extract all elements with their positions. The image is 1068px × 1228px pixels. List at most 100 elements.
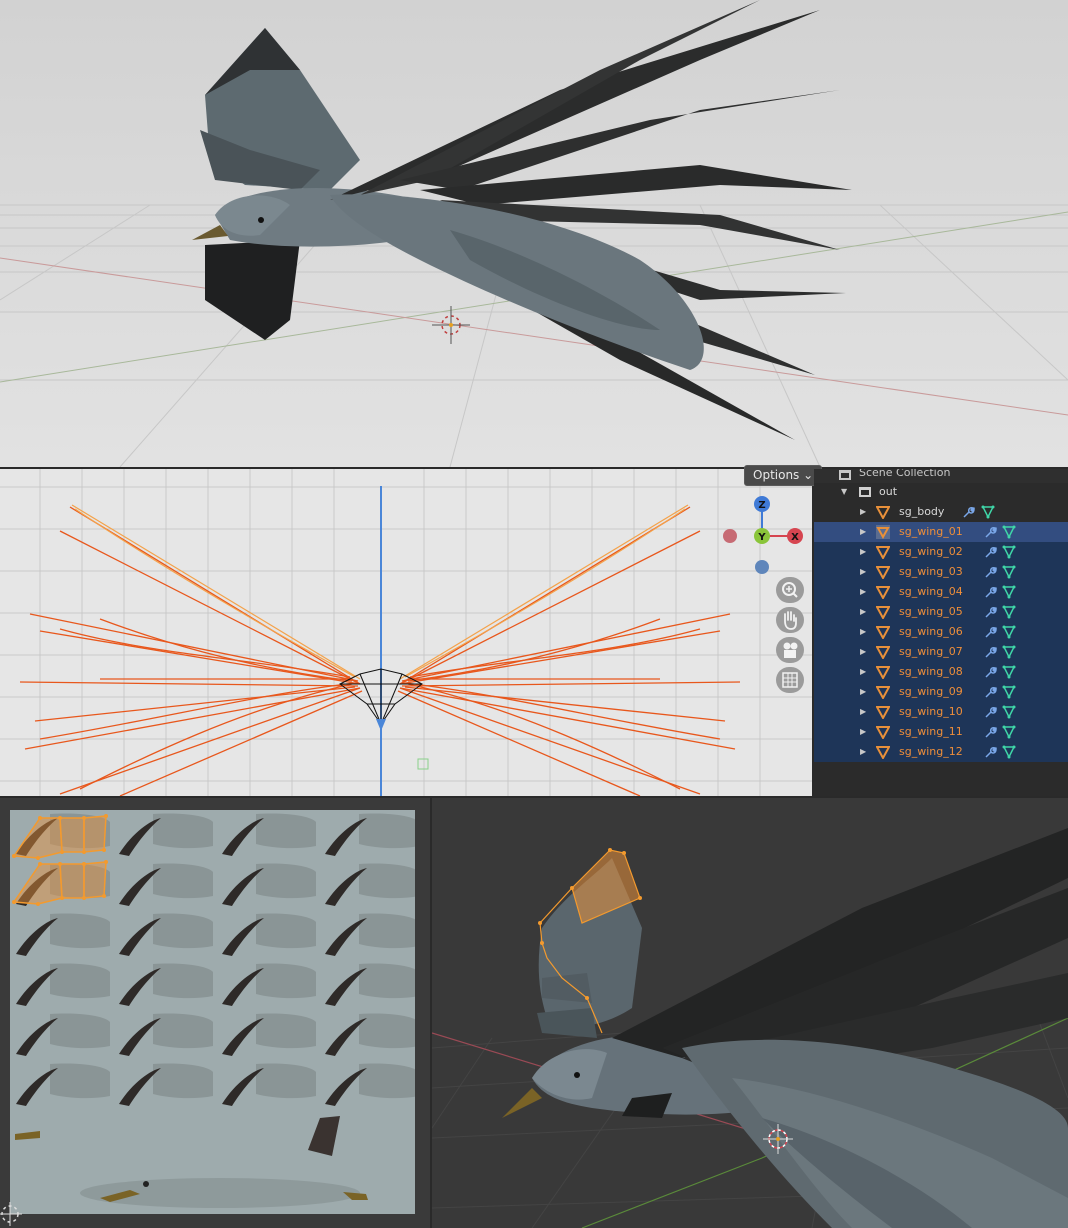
- mesh-data-icon[interactable]: [1002, 585, 1016, 599]
- mesh-data-icon[interactable]: [1002, 625, 1016, 639]
- top-3d-viewport[interactable]: [0, 0, 1068, 467]
- mesh-data-icon[interactable]: [1002, 745, 1016, 759]
- wrench-modifier-icon[interactable]: [961, 505, 975, 519]
- collection-icon: [859, 487, 871, 497]
- outliner-item-sg-wing-06[interactable]: ▶ sg_wing_06: [814, 622, 1068, 642]
- object-name: sg_wing_07: [899, 645, 963, 658]
- persp-viewport-canvas: [432, 798, 1068, 1228]
- mesh-data-icon[interactable]: [1002, 645, 1016, 659]
- object-name: sg_wing_10: [899, 705, 963, 718]
- object-name: sg_wing_06: [899, 625, 963, 638]
- outliner-item-sg-wing-03[interactable]: ▶ sg_wing_03: [814, 562, 1068, 582]
- zoom-icon[interactable]: [776, 577, 804, 603]
- outliner-item-sg-wing-10[interactable]: ▶ sg_wing_10: [814, 702, 1068, 722]
- expand-arrow-icon[interactable]: ▶: [860, 722, 866, 742]
- object-name: sg_wing_12: [899, 745, 963, 758]
- mesh-data-icon[interactable]: [1002, 565, 1016, 579]
- object-name: sg_wing_02: [899, 545, 963, 558]
- wrench-modifier-icon[interactable]: [983, 565, 997, 579]
- object-name: sg_wing_11: [899, 725, 963, 738]
- object-name: sg_wing_08: [899, 665, 963, 678]
- wrench-modifier-icon[interactable]: [983, 545, 997, 559]
- expand-arrow-icon[interactable]: ▶: [860, 542, 866, 562]
- object-name: sg_body: [899, 505, 945, 518]
- gizmo-z-label: Z: [758, 500, 765, 511]
- outliner-panel[interactable]: Scene Collection ▼ out ▶ sg_body ▶ sg_wi…: [814, 469, 1068, 796]
- expand-arrow-icon[interactable]: ▶: [860, 642, 866, 662]
- mesh-object-icon: [876, 706, 890, 719]
- ortho-wireframe-viewport[interactable]: Z X Y: [0, 469, 812, 796]
- mesh-data-icon[interactable]: [1002, 545, 1016, 559]
- mesh-data-icon[interactable]: [1002, 685, 1016, 699]
- mesh-data-icon[interactable]: [1002, 665, 1016, 679]
- collection-label: out: [879, 485, 898, 498]
- outliner-item-sg-wing-11[interactable]: ▶ sg_wing_11: [814, 722, 1068, 742]
- wrench-modifier-icon[interactable]: [983, 705, 997, 719]
- uv-editor-canvas: [0, 798, 430, 1228]
- wrench-modifier-icon[interactable]: [983, 685, 997, 699]
- wrench-modifier-icon[interactable]: [983, 645, 997, 659]
- wrench-modifier-icon[interactable]: [983, 725, 997, 739]
- mesh-object-icon: [876, 646, 890, 659]
- mesh-data-icon[interactable]: [981, 505, 995, 519]
- mesh-object-icon: [876, 506, 890, 519]
- outliner-item-sg-wing-07[interactable]: ▶ sg_wing_07: [814, 642, 1068, 662]
- collection-row-out[interactable]: ▼ out: [814, 482, 1068, 502]
- gizmo-neg-z[interactable]: [755, 560, 769, 574]
- outliner-item-sg-wing-05[interactable]: ▶ sg_wing_05: [814, 602, 1068, 622]
- expand-arrow-icon[interactable]: ▶: [860, 562, 866, 582]
- mesh-object-icon: [876, 666, 890, 679]
- outliner-item-sg-wing-12[interactable]: ▶ sg_wing_12: [814, 742, 1068, 762]
- outliner-empty-space: [814, 762, 1068, 796]
- wrench-modifier-icon[interactable]: [983, 745, 997, 759]
- wrench-modifier-icon[interactable]: [983, 585, 997, 599]
- expand-arrow-icon[interactable]: ▶: [860, 622, 866, 642]
- options-label: Options: [753, 468, 800, 482]
- wrench-modifier-icon[interactable]: [983, 625, 997, 639]
- options-dropdown[interactable]: Options ⌄: [744, 465, 823, 486]
- object-name: sg_wing_04: [899, 585, 963, 598]
- mesh-object-icon: [876, 606, 890, 619]
- wrench-modifier-icon[interactable]: [983, 605, 997, 619]
- expand-arrow-icon[interactable]: ▶: [860, 662, 866, 682]
- object-name: sg_wing_03: [899, 565, 963, 578]
- outliner-item-sg-body[interactable]: ▶ sg_body: [814, 502, 1068, 522]
- top-viewport-canvas: [0, 0, 1068, 467]
- hand-pan-icon[interactable]: [776, 607, 804, 633]
- camera-icon[interactable]: [776, 637, 804, 663]
- perspective-3d-viewport[interactable]: [432, 798, 1068, 1228]
- object-name: sg_wing_05: [899, 605, 963, 618]
- navigation-gizmo[interactable]: Z X Y: [720, 495, 810, 575]
- outliner-item-sg-wing-09[interactable]: ▶ sg_wing_09: [814, 682, 1068, 702]
- expand-arrow-icon[interactable]: ▶: [860, 522, 866, 542]
- mesh-object-icon: [876, 686, 890, 699]
- expand-arrow-icon[interactable]: ▶: [860, 602, 866, 622]
- gizmo-neg-x[interactable]: [723, 529, 737, 543]
- expand-arrow-icon[interactable]: ▶: [860, 582, 866, 602]
- wrench-modifier-icon[interactable]: [983, 665, 997, 679]
- mesh-data-icon[interactable]: [1002, 725, 1016, 739]
- mesh-data-icon[interactable]: [1002, 705, 1016, 719]
- mesh-data-icon[interactable]: [1002, 605, 1016, 619]
- wrench-modifier-icon[interactable]: [983, 525, 997, 539]
- expand-arrow-icon[interactable]: ▶: [860, 682, 866, 702]
- chevron-down-icon: ⌄: [803, 468, 814, 482]
- outliner-item-sg-wing-02[interactable]: ▶ sg_wing_02: [814, 542, 1068, 562]
- scene-collection-icon: [839, 470, 851, 480]
- expand-arrow-icon[interactable]: ▶: [860, 702, 866, 722]
- mesh-object-icon: [876, 586, 890, 599]
- object-name: sg_wing_09: [899, 685, 963, 698]
- mesh-data-icon[interactable]: [1002, 525, 1016, 539]
- collection-expander-icon[interactable]: ▼: [841, 482, 847, 502]
- expand-arrow-icon[interactable]: ▶: [860, 742, 866, 762]
- outliner-item-sg-wing-01[interactable]: ▶ sg_wing_01: [814, 522, 1068, 542]
- mesh-object-icon: [876, 626, 890, 639]
- ortho-viewport-canvas: [0, 469, 812, 796]
- outliner-item-sg-wing-08[interactable]: ▶ sg_wing_08: [814, 662, 1068, 682]
- expand-arrow-icon[interactable]: ▶: [860, 502, 866, 522]
- mesh-object-icon: [876, 546, 890, 559]
- grid-icon[interactable]: [776, 667, 804, 693]
- gizmo-y-label: Y: [757, 532, 766, 543]
- outliner-item-sg-wing-04[interactable]: ▶ sg_wing_04: [814, 582, 1068, 602]
- uv-editor[interactable]: [0, 798, 430, 1228]
